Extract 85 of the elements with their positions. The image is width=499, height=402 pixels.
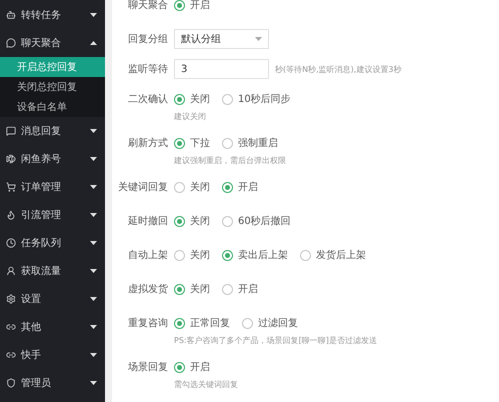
sidebar-item-label: 获取流量 — [21, 264, 62, 278]
sidebar-item[interactable]: 管理员 — [0, 369, 105, 397]
caret-down-icon — [90, 13, 97, 17]
caret-down-icon — [90, 325, 97, 329]
sidebar-item-label: 转转任务 — [21, 9, 62, 22]
sidebar-item-label: 任务队列 — [21, 237, 62, 250]
field-label: 自动上架 — [127, 248, 168, 262]
field-label: 二次确认 — [127, 93, 168, 106]
field-hint: 需勾选关键词回复 — [174, 379, 238, 391]
sidebar-item-label: 其他 — [21, 320, 42, 334]
radio-option[interactable]: 开启 — [222, 282, 258, 296]
field-label: 重复咨询 — [127, 316, 168, 330]
sidebar-item-label: 聊天聚合 — [21, 37, 62, 50]
caret-down-icon — [90, 381, 97, 385]
input-suffix: 秒(等待N秒,监听消息),建议设置3秒 — [275, 64, 402, 74]
sidebar-item-label: 闲鱼养号 — [21, 152, 62, 166]
radio-option[interactable]: 10秒后同步 — [222, 92, 291, 106]
radio-option[interactable]: 开启 — [222, 180, 258, 194]
field-label: 关键词回复 — [117, 180, 168, 194]
field-hint: PS:客户咨询了多个产品，场景回复[聊一聊]是否过滤发送 — [174, 335, 377, 347]
caret-down-icon — [90, 157, 97, 161]
sidebar-item[interactable]: 转转任务 — [0, 1, 105, 29]
caret-down-icon — [90, 241, 97, 245]
caret-down-icon — [90, 185, 97, 189]
radio-option[interactable]: 关闭 — [174, 92, 210, 106]
radio-option[interactable]: 关闭 — [174, 214, 210, 228]
menu-item-icon — [6, 10, 16, 20]
caret-down-icon — [90, 353, 97, 357]
field-label: 监听等待 — [127, 62, 168, 76]
sidebar-item[interactable]: 闲鱼养号 — [0, 145, 105, 173]
radio-option[interactable]: 下拉 — [174, 136, 210, 150]
sidebar-item[interactable]: 引流管理 — [0, 201, 105, 229]
menu-item-icon — [6, 154, 16, 164]
caret-down-icon — [90, 213, 97, 217]
submenu-item[interactable]: 设备白名单 — [0, 97, 105, 117]
menu-item-icon — [6, 210, 16, 220]
menu-item-icon — [6, 126, 16, 136]
radio-option[interactable]: 强制重启 — [222, 136, 278, 150]
menu-item-icon — [6, 350, 16, 360]
sidebar-item[interactable]: 快手 — [0, 341, 105, 369]
sidebar-item-label: 订单管理 — [21, 180, 62, 194]
field-hint: 建议关闭 — [174, 111, 206, 123]
sidebar-item[interactable]: 订单管理 — [0, 173, 105, 201]
menu-item-icon — [6, 38, 16, 48]
sidebar-item-label: 设置 — [21, 292, 42, 306]
sidebar-item-label: 引流管理 — [21, 208, 62, 222]
menu-item-icon — [6, 322, 16, 332]
caret-up-icon — [90, 41, 97, 45]
field-label: 聊天聚合 — [127, 0, 168, 12]
menu-item-icon — [6, 182, 16, 192]
sidebar-item[interactable]: 设置 — [0, 285, 105, 313]
field-hint: 建议强制重启，需后台弹出权限 — [174, 155, 286, 167]
field-label: 延时撤回 — [127, 214, 168, 228]
sidebar-item[interactable]: 其他 — [0, 313, 105, 341]
sidebar-item-label: 管理员 — [21, 377, 52, 390]
wait-input[interactable]: 3 — [174, 59, 269, 79]
sidebar-item[interactable]: 聊天聚合 — [0, 29, 105, 57]
field-label: 场景回复 — [127, 360, 168, 374]
radio-option[interactable]: 关闭 — [174, 180, 210, 194]
sidebar-item[interactable]: 任务队列 — [0, 229, 105, 257]
submenu-item[interactable]: 关闭总控回复 — [0, 77, 105, 97]
radio-option[interactable]: 开启 — [174, 360, 210, 374]
caret-down-icon — [90, 129, 97, 133]
radio-option[interactable]: 关闭 — [174, 248, 210, 262]
caret-down-icon — [90, 297, 97, 301]
sidebar-item[interactable]: 获取流量 — [0, 257, 105, 285]
caret-down-icon — [255, 37, 262, 41]
radio-option[interactable]: 关闭 — [174, 282, 210, 296]
field-label: 虚拟发货 — [127, 282, 168, 296]
sidebar-item-label: 快手 — [21, 348, 42, 362]
radio-option[interactable]: 发货后上架 — [300, 248, 366, 262]
radio-option[interactable]: 正常回复 — [174, 316, 230, 330]
caret-down-icon — [90, 269, 97, 273]
menu-item-icon — [6, 266, 16, 276]
field-label: 刷新方式 — [127, 136, 168, 150]
field-label: 回复分组 — [127, 33, 168, 46]
menu-item-icon — [6, 294, 16, 304]
menu-item-icon — [6, 378, 16, 388]
radio-option[interactable]: 卖出后上架 — [222, 248, 288, 262]
group-select[interactable]: 默认分组 — [174, 29, 269, 49]
radio-option[interactable]: 过滤回复 — [242, 316, 298, 330]
sidebar-item-label: 消息回复 — [21, 124, 62, 138]
radio-option[interactable]: 60秒后撤回 — [222, 214, 291, 228]
sidebar-item[interactable]: 消息回复 — [0, 117, 105, 145]
menu-item-icon — [6, 238, 16, 248]
